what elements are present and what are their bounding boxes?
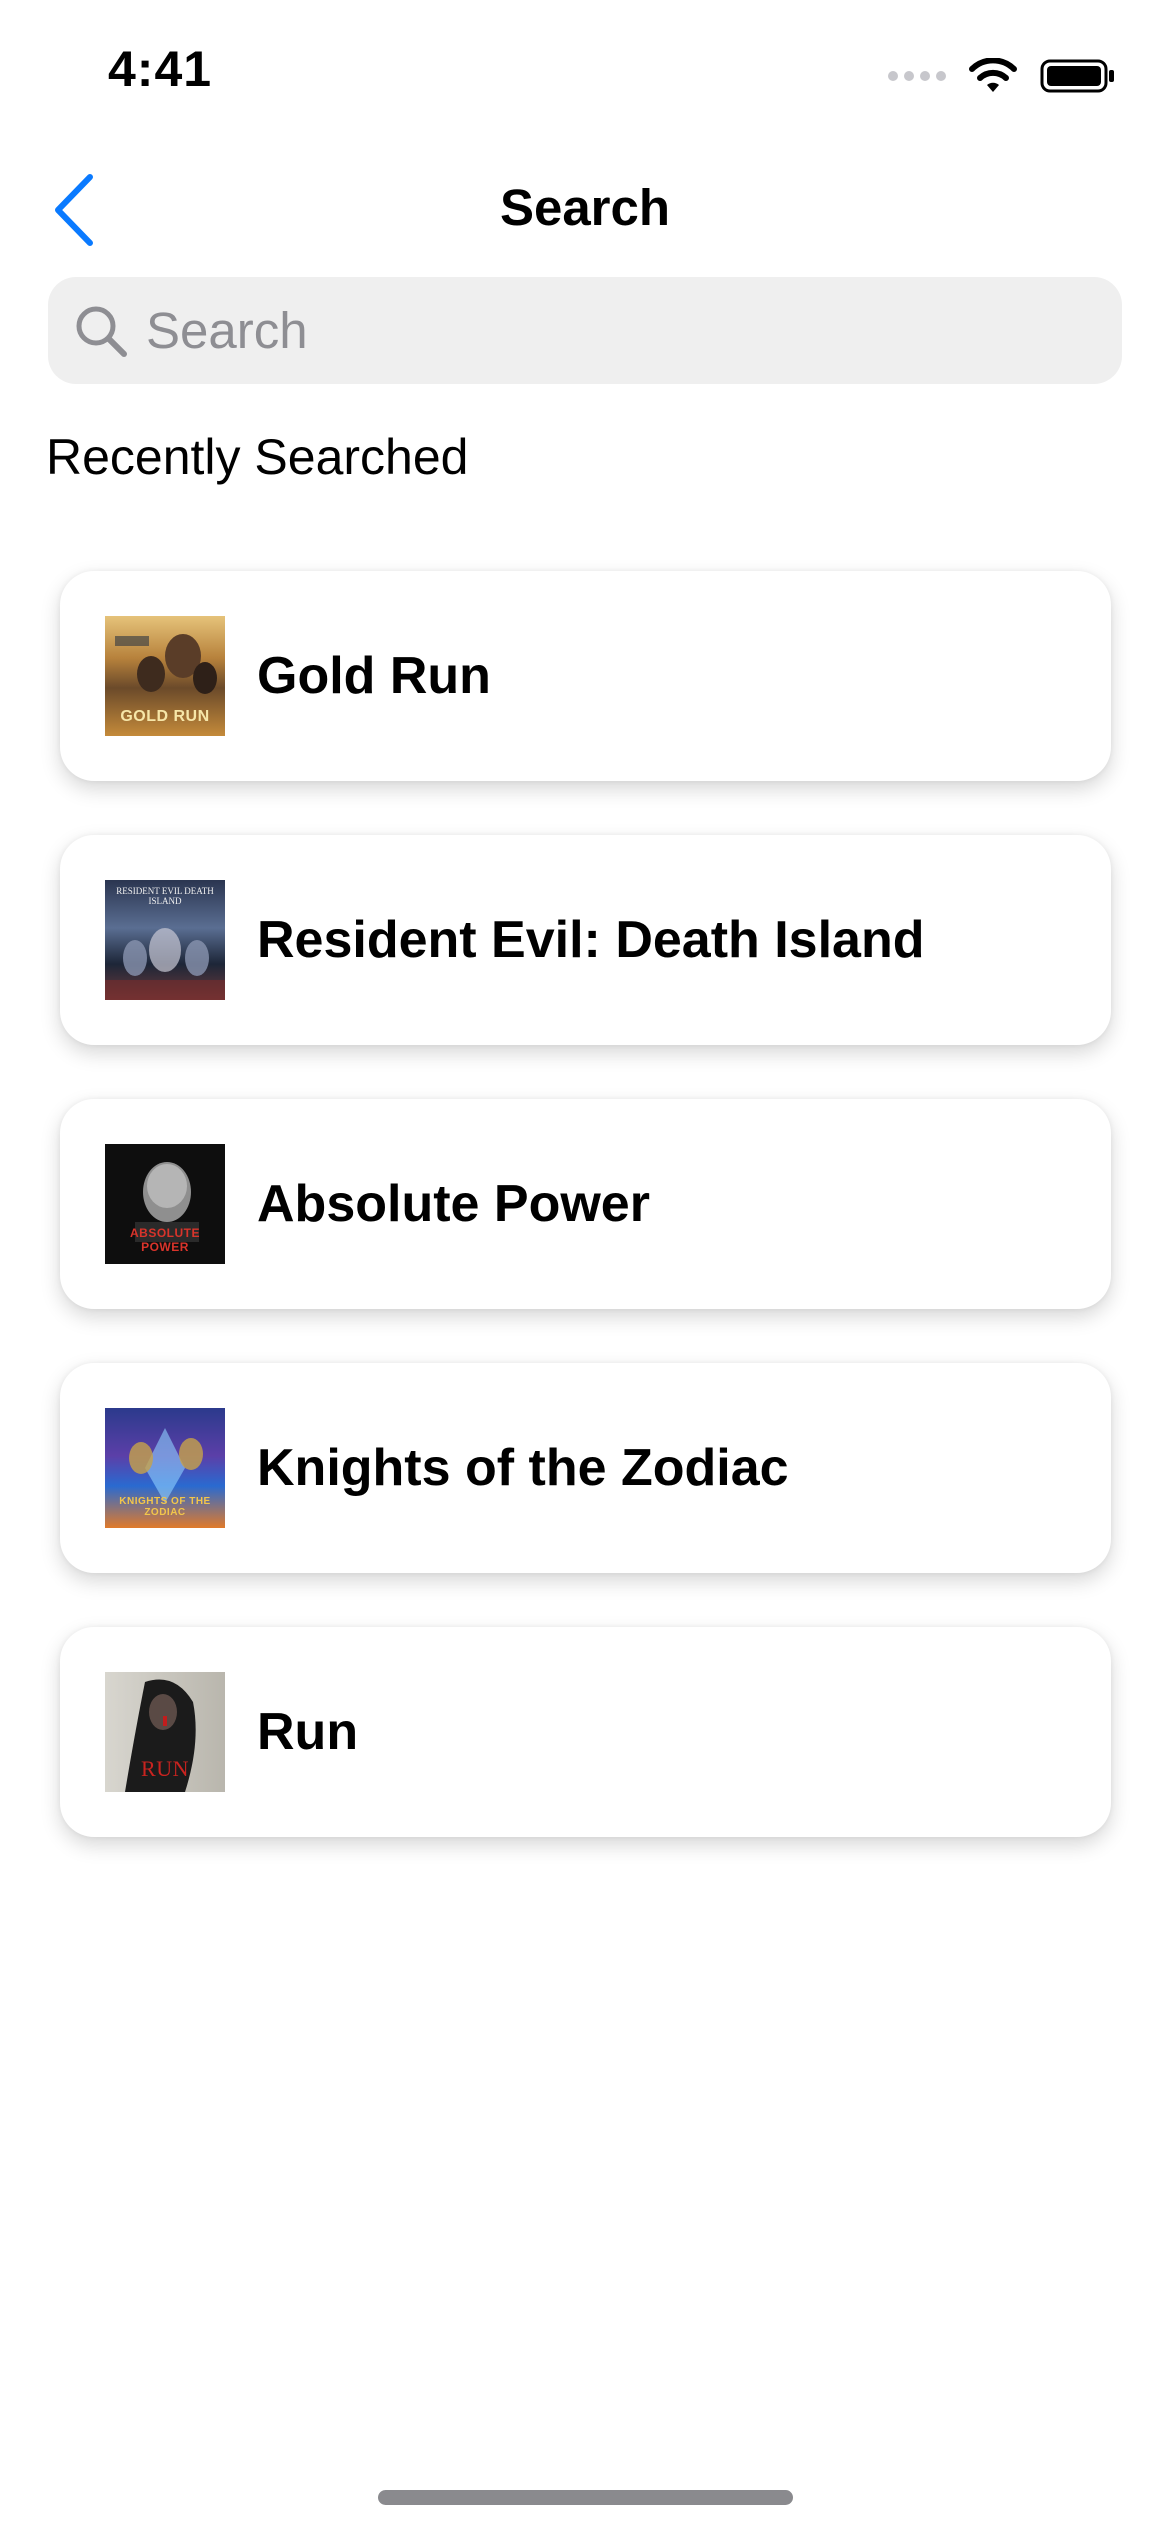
home-indicator[interactable] <box>378 2490 793 2505</box>
cellular-signal-icon <box>888 71 946 81</box>
recent-searches-list: GOLD RUN Gold Run RESIDENT EVIL DEATH IS… <box>60 571 1111 1891</box>
search-icon <box>70 300 132 362</box>
poster-thumbnail: ABSOLUTE POWER <box>105 1144 225 1264</box>
list-item[interactable]: ABSOLUTE POWER Absolute Power <box>60 1099 1111 1309</box>
battery-icon <box>1040 59 1114 93</box>
status-time: 4:41 <box>108 41 213 97</box>
poster-thumbnail: GOLD RUN <box>105 616 225 736</box>
search-input[interactable] <box>146 285 1046 376</box>
list-item-title: Run <box>257 1703 359 1761</box>
poster-title-text: ABSOLUTE POWER <box>130 1226 200 1254</box>
list-item-title: Absolute Power <box>257 1175 650 1233</box>
list-item[interactable]: GOLD RUN Gold Run <box>60 571 1111 781</box>
poster-thumbnail: KNIGHTS OF THE ZODIAC <box>105 1408 225 1528</box>
list-item[interactable]: KNIGHTS OF THE ZODIAC Knights of the Zod… <box>60 1363 1111 1573</box>
section-title: Recently Searched <box>46 429 469 485</box>
page-title: Search <box>499 179 671 236</box>
search-bar[interactable] <box>48 277 1122 384</box>
list-item-title: Knights of the Zodiac <box>257 1439 789 1497</box>
status-icons <box>888 56 1116 96</box>
list-item-title: Gold Run <box>257 647 491 705</box>
list-item[interactable]: RUN Run <box>60 1627 1111 1837</box>
poster-title-text: RUN <box>141 1756 189 1781</box>
poster-title-text: GOLD RUN <box>120 708 210 725</box>
poster-thumbnail: RESIDENT EVIL DEATH ISLAND <box>105 880 225 1000</box>
search-screen: 4:41 Search Recently Searc <box>0 0 1170 2532</box>
wifi-icon <box>969 58 1017 92</box>
list-item[interactable]: RESIDENT EVIL DEATH ISLAND Resident Evil… <box>60 835 1111 1045</box>
poster-title-text: KNIGHTS OF THE ZODIAC <box>119 1496 211 1518</box>
list-item-title: Resident Evil: Death Island <box>257 911 925 969</box>
poster-thumbnail: RUN <box>105 1672 225 1792</box>
